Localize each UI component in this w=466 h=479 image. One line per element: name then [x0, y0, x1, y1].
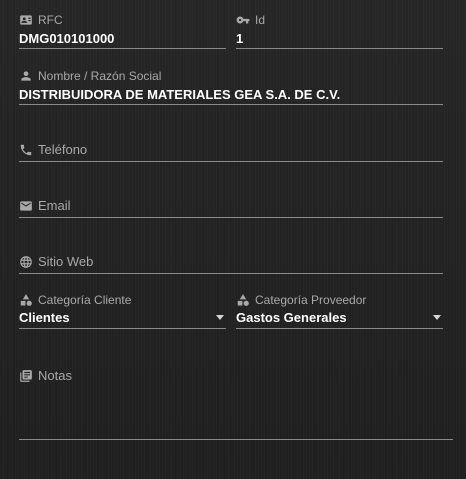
sitio-web-label-text: Sitio Web — [38, 254, 94, 269]
rfc-underline — [19, 48, 226, 49]
categoria-cliente-value[interactable]: Clientes — [19, 310, 70, 325]
key-icon — [236, 13, 250, 27]
categoria-cliente-label-text: Categoría Cliente — [38, 293, 132, 307]
telefono-underline — [19, 161, 443, 162]
telefono-field[interactable]: Teléfono — [19, 136, 443, 162]
notes-icon — [19, 369, 33, 383]
nombre-value[interactable]: DISTRIBUIDORA DE MATERIALES GEA S.A. DE … — [19, 87, 340, 102]
id-card-icon — [19, 13, 33, 27]
chevron-down-icon[interactable] — [433, 315, 441, 320]
nombre-field[interactable]: Nombre / Razón Social DISTRIBUIDORA DE M… — [19, 68, 443, 105]
person-icon — [19, 69, 33, 83]
categoria-cliente-label: Categoría Cliente — [19, 293, 131, 307]
notas-label: Notas — [19, 368, 72, 383]
categoria-proveedor-label: Categoría Proveedor — [236, 293, 366, 307]
email-label-text: Email — [38, 198, 71, 213]
notas-field[interactable]: Notas — [19, 362, 453, 440]
categoria-proveedor-label-text: Categoría Proveedor — [255, 293, 367, 307]
categoria-cliente-select[interactable]: Categoría Cliente Clientes — [19, 292, 226, 329]
chevron-down-icon[interactable] — [216, 315, 224, 320]
categoria-cliente-underline — [19, 328, 226, 329]
telefono-label-text: Teléfono — [38, 142, 88, 157]
shapes-icon — [236, 293, 250, 307]
mail-icon — [19, 199, 33, 213]
id-value[interactable]: 1 — [236, 31, 243, 46]
globe-icon — [19, 255, 33, 269]
shapes-icon — [19, 293, 33, 307]
sitio-web-label: Sitio Web — [19, 254, 93, 269]
id-field[interactable]: Id 1 — [236, 12, 443, 49]
nombre-underline — [19, 104, 443, 105]
notas-underline — [19, 439, 453, 440]
id-label: Id — [236, 13, 265, 27]
telefono-label: Teléfono — [19, 142, 87, 157]
categoria-proveedor-value[interactable]: Gastos Generales — [236, 310, 347, 325]
rfc-value[interactable]: DMG010101000 — [19, 31, 114, 46]
sitio-web-underline — [19, 273, 443, 274]
rfc-label-text: RFC — [38, 13, 63, 27]
categoria-proveedor-underline — [236, 328, 443, 329]
rfc-label: RFC — [19, 13, 63, 27]
id-label-text: Id — [255, 13, 266, 27]
notas-label-text: Notas — [38, 368, 72, 383]
phone-icon — [19, 143, 33, 157]
nombre-label: Nombre / Razón Social — [19, 69, 161, 83]
categoria-proveedor-select[interactable]: Categoría Proveedor Gastos Generales — [236, 292, 443, 329]
id-underline — [236, 48, 443, 49]
sitio-web-field[interactable]: Sitio Web — [19, 248, 443, 274]
email-underline — [19, 217, 443, 218]
rfc-field[interactable]: RFC DMG010101000 — [19, 12, 226, 49]
email-label: Email — [19, 198, 71, 213]
nombre-label-text: Nombre / Razón Social — [38, 69, 162, 83]
email-field[interactable]: Email — [19, 192, 443, 218]
